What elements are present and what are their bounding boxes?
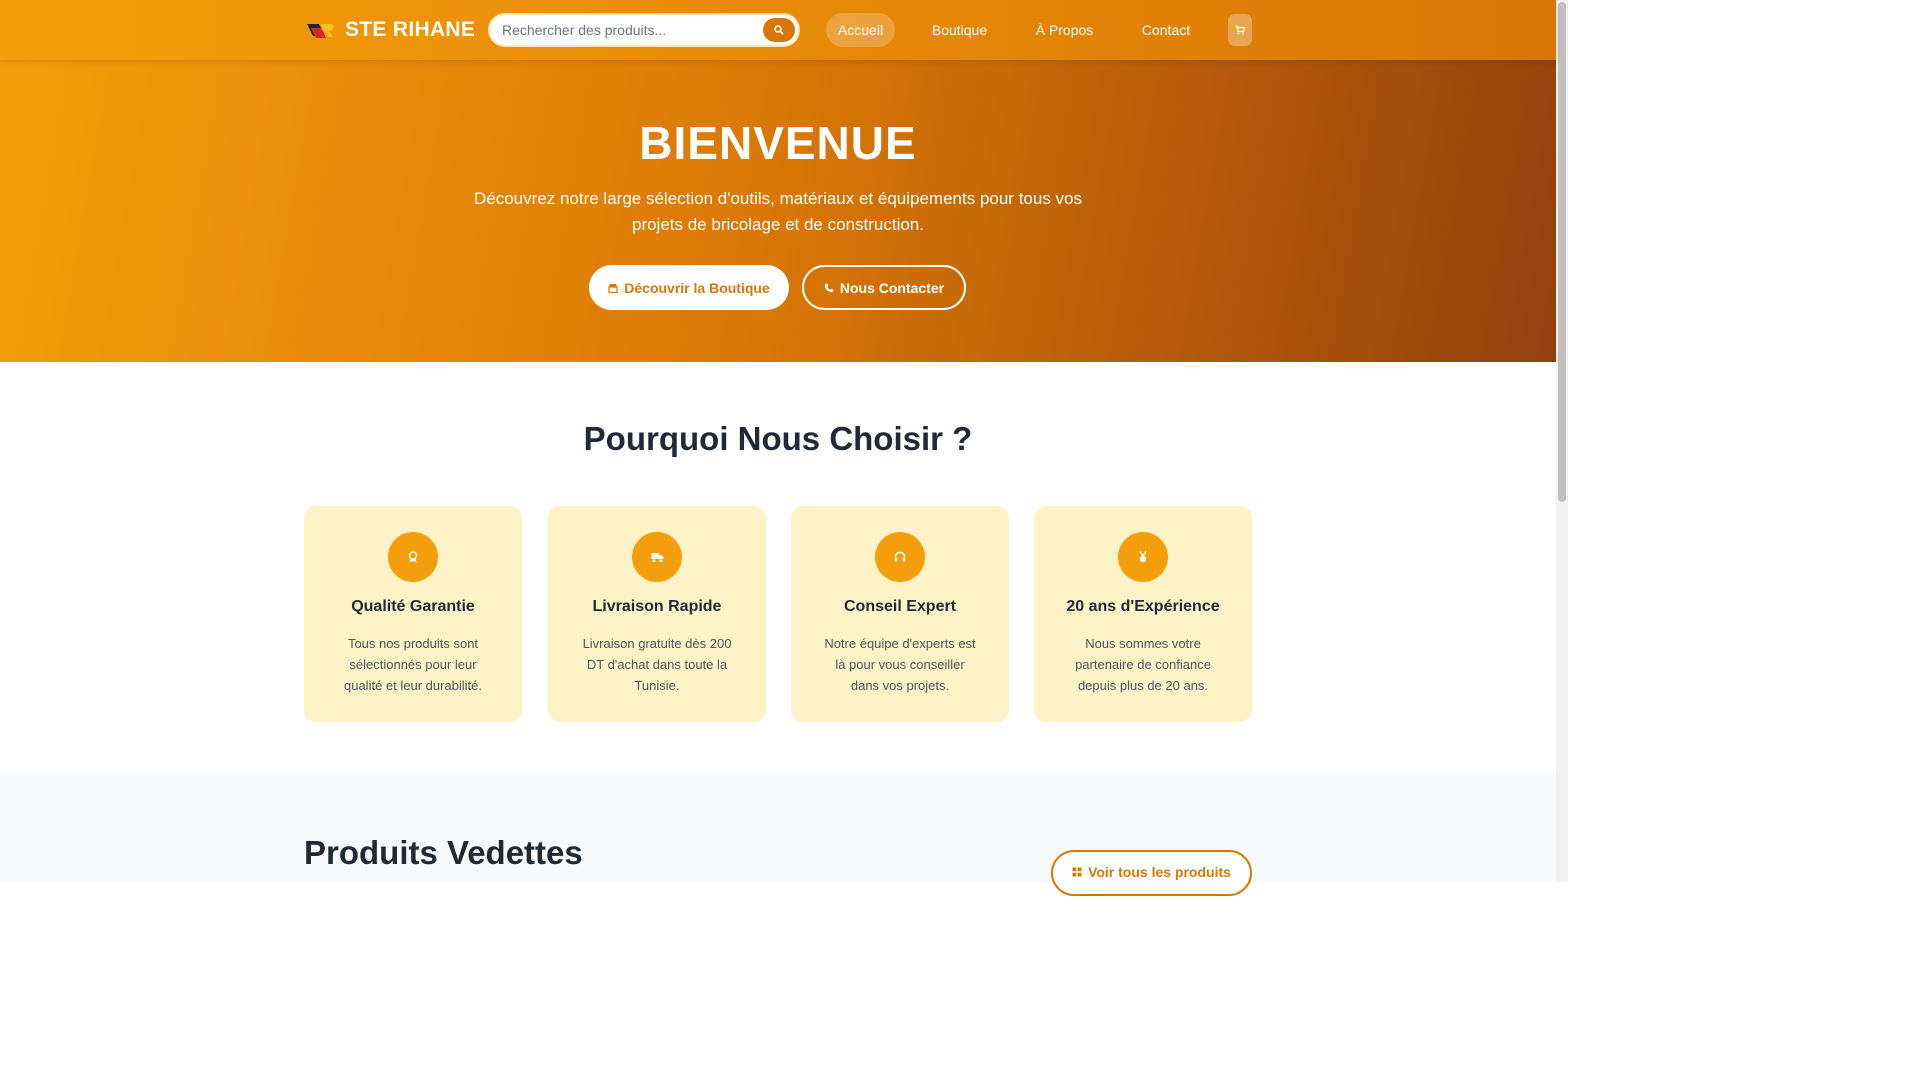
brand[interactable]: STE RIHANE	[305, 16, 475, 44]
cart-icon	[1235, 25, 1245, 35]
feature-title: Qualité Garantie	[351, 598, 475, 615]
site-header: STE RIHANE Accueil Boutique À Propos Con…	[0, 0, 1556, 60]
discover-shop-label: Découvrir la Boutique	[624, 279, 770, 296]
feature-text: Tous nos produits sont sélectionnés pour…	[343, 636, 483, 693]
see-all-products-label: Voir tous les produits	[1088, 864, 1231, 880]
feature-text: Livraison gratuite dès 200 DT d'achat da…	[582, 636, 732, 693]
search-bar	[488, 13, 800, 47]
grid-icon	[1072, 867, 1082, 877]
nav-a-propos[interactable]: À Propos	[1025, 13, 1104, 47]
feature-card-experience: 20 ans d'Expérience Nous sommes votre pa…	[1034, 506, 1252, 722]
featured-title: Produits Vedettes	[304, 834, 583, 871]
discover-shop-button[interactable]: Découvrir la Boutique	[589, 265, 789, 310]
brand-logo-icon	[307, 24, 334, 38]
search-icon	[774, 25, 784, 35]
feature-card-quality: Qualité Garantie Tous nos produits sont …	[304, 506, 522, 722]
contact-us-button[interactable]: Nous Contacter	[802, 265, 966, 310]
feature-text: Nous sommes votre partenaire de confianc…	[1075, 636, 1211, 693]
page-scrollbar[interactable]	[1556, 0, 1568, 882]
nav-accueil[interactable]: Accueil	[826, 13, 895, 47]
feature-title: Livraison Rapide	[592, 598, 722, 615]
feature-text: Notre équipe d'experts est là pour vous …	[824, 636, 976, 693]
hero-title: BIENVENUE	[639, 117, 917, 169]
store-icon	[608, 283, 618, 293]
headset-icon	[875, 532, 925, 582]
feature-title: 20 ans d'Expérience	[1066, 598, 1220, 615]
brand-name: STE RIHANE	[345, 18, 476, 41]
see-all-products-button[interactable]: Voir tous les produits	[1051, 850, 1252, 896]
why-choose-title: Pourquoi Nous Choisir ?	[583, 420, 973, 457]
hero-section: BIENVENUE Découvrez notre large sélectio…	[0, 60, 1556, 362]
medal-icon	[1118, 532, 1168, 582]
scrollbar-thumb[interactable]	[1558, 2, 1566, 502]
cart-button[interactable]	[1228, 14, 1252, 46]
featured-section: Produits Vedettes Voir tous les produits	[0, 774, 1556, 896]
feature-card-expert: Conseil Expert Notre équipe d'experts es…	[791, 506, 1009, 722]
award-icon	[388, 532, 438, 582]
phone-icon	[824, 283, 834, 292]
nav-boutique[interactable]: Boutique	[921, 13, 998, 47]
nav-contact[interactable]: Contact	[1131, 13, 1201, 47]
contact-us-label: Nous Contacter	[839, 279, 945, 296]
search-input[interactable]	[490, 15, 750, 45]
hero-subtitle: Découvrez notre large sélection d'outils…	[473, 189, 1082, 234]
truck-icon	[632, 532, 682, 582]
feature-title: Conseil Expert	[843, 598, 957, 615]
search-button[interactable]	[763, 18, 795, 42]
feature-card-delivery: Livraison Rapide Livraison gratuite dès …	[548, 506, 766, 722]
